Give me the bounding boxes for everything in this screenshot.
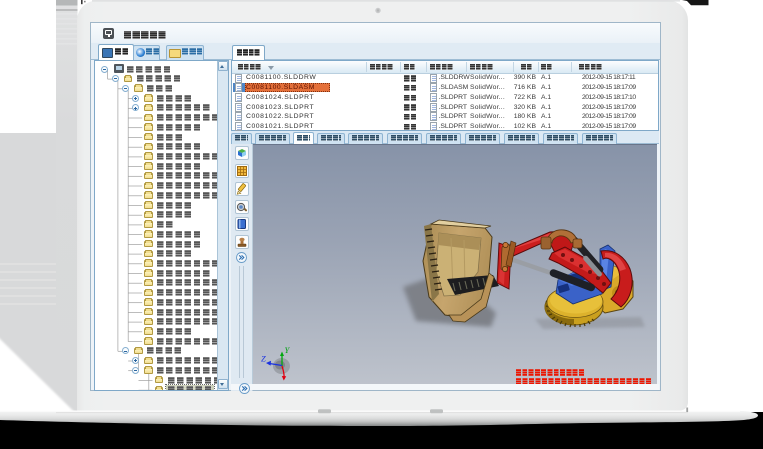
svg-text:Z: Z: [261, 354, 266, 364]
svg-text:Y: Y: [284, 345, 290, 355]
